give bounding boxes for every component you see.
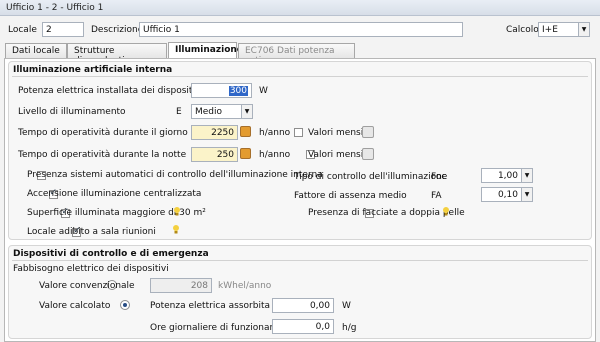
tipo-controllo-select[interactable]: 1,00 ▼: [481, 168, 533, 183]
calcolo-value: I+E: [542, 25, 558, 35]
livello-value: Medio: [195, 107, 223, 117]
potenza-unit: W: [259, 86, 268, 96]
section-title-illuminazione: Illuminazione artificiale interna: [13, 65, 173, 75]
lightbulb-icon: [173, 225, 179, 234]
opt-centralizzata-label: Accensione illuminazione centralizzata: [27, 189, 202, 199]
tipo-controllo-label: Tipo di controllo dell'illuminazione: [294, 172, 448, 182]
potenza-assorbita-input[interactable]: 0,00: [272, 298, 334, 313]
opt-sala-riunioni-label: Locale adibito a sala riunioni: [27, 227, 156, 237]
ore-unit: h/g: [342, 323, 357, 333]
calendar-icon[interactable]: [362, 148, 374, 160]
tab-dati-locale[interactable]: Dati locale: [5, 43, 67, 58]
potenza-assorbita-label: Potenza elettrica assorbita: [150, 301, 270, 311]
notte-unit: h/anno: [259, 150, 291, 160]
lightbulb-icon: [443, 207, 449, 216]
descrizione-label: Descrizione: [91, 25, 144, 35]
tipo-controllo-symbol: Foc: [431, 172, 447, 182]
radio-calcolato[interactable]: [120, 300, 130, 310]
divider: [12, 76, 588, 77]
locale-input[interactable]: 2: [42, 22, 84, 37]
lock-icon[interactable]: [240, 148, 251, 159]
window-title: Ufficio 1 - 2 - Ufficio 1: [0, 0, 600, 16]
chevron-down-icon[interactable]: ▼: [578, 23, 589, 36]
calcolo-label: Calcolo: [506, 25, 539, 35]
fattore-assenza-value: 0,10: [497, 190, 518, 200]
livello-select[interactable]: Medio ▼: [191, 104, 253, 119]
ore-input[interactable]: 0,0: [272, 319, 334, 334]
livello-label: Livello di illuminamento: [18, 107, 126, 117]
potenza-input[interactable]: 300: [191, 83, 252, 98]
fabbisogno-label: Fabbisogno elettrico dei dispositivi: [13, 264, 169, 274]
locale-label: Locale: [8, 25, 37, 35]
notte-label: Tempo di operatività durante la notte: [18, 150, 187, 160]
giorno-unit: h/anno: [259, 128, 291, 138]
tab-illuminazione[interactable]: Illuminazione: [168, 42, 243, 58]
chevron-down-icon[interactable]: ▼: [521, 169, 532, 182]
divider: [12, 260, 588, 261]
valori-mensili-giorno-label: Valori mensili: [308, 128, 369, 138]
chevron-down-icon[interactable]: ▼: [521, 188, 532, 201]
fattore-assenza-select[interactable]: 0,10 ▼: [481, 187, 533, 202]
tipo-controllo-value: 1,00: [497, 171, 518, 181]
potenza-value: 300: [228, 86, 248, 96]
giorno-label: Tempo di operatività durante il giorno: [18, 128, 188, 138]
convenzionale-unit: kWhel/anno: [218, 281, 272, 291]
valori-mensili-notte-label: Valori mensili: [308, 150, 369, 160]
potenza-assorbita-unit: W: [342, 301, 351, 311]
notte-input[interactable]: 250: [191, 147, 238, 162]
fattore-assenza-label: Fattore di assenza medio: [294, 191, 407, 201]
convenzionale-input[interactable]: 208: [150, 278, 212, 293]
descrizione-input[interactable]: Ufficio 1: [139, 22, 463, 37]
livello-symbol: E: [176, 107, 182, 117]
calendar-icon[interactable]: [362, 126, 374, 138]
calcolato-label: Valore calcolato: [39, 301, 111, 311]
tab-strutture-disperdenti[interactable]: Strutture disperdenti: [67, 43, 167, 66]
giorno-input[interactable]: 2250: [191, 125, 238, 140]
convenzionale-label: Valore convenzionale: [39, 281, 135, 291]
fattore-assenza-symbol: FA: [431, 191, 442, 201]
chevron-down-icon[interactable]: ▼: [241, 105, 252, 118]
lock-icon[interactable]: [240, 126, 251, 137]
opt-automatici-label: Presenza sistemi automatici di controllo…: [27, 170, 323, 180]
section-title-dispositivi: Dispositivi di controllo e di emergenza: [13, 249, 209, 259]
tab-ec706[interactable]: EC706 Dati potenza estiva: [238, 43, 355, 66]
lightbulb-icon: [174, 207, 180, 216]
valori-mensili-giorno-checkbox[interactable]: [294, 128, 303, 137]
calcolo-select[interactable]: I+E ▼: [538, 22, 590, 37]
